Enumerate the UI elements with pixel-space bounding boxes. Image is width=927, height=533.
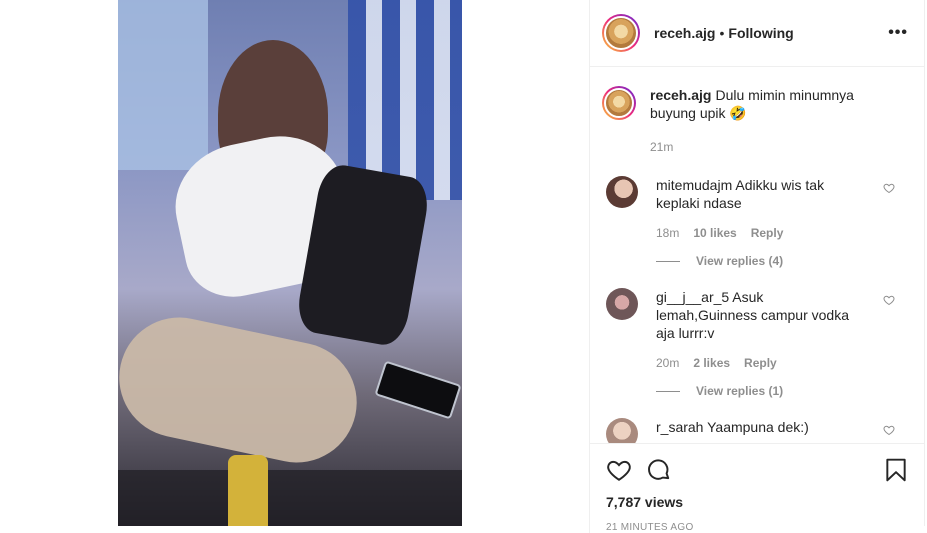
following-button[interactable]: Following xyxy=(728,25,793,41)
comment-text: Yaampuna dek:) xyxy=(707,419,809,435)
commenter-avatar[interactable] xyxy=(606,288,638,320)
action-bar: 7,787 views 21 MINUTES AGO xyxy=(590,443,925,533)
comment-like-heart-icon[interactable] xyxy=(883,424,895,436)
bookmark-icon[interactable] xyxy=(883,457,909,483)
commenter-avatar[interactable] xyxy=(606,176,638,208)
reply-button[interactable]: Reply xyxy=(751,226,784,240)
comment-item: gi__j__ar_5 Asuk lemah,Guinness campur v… xyxy=(602,288,909,398)
video-frame-wall xyxy=(118,0,208,170)
post-video[interactable] xyxy=(118,0,462,526)
comment-username[interactable]: gi__j__ar_5 xyxy=(656,289,729,305)
reply-button[interactable]: Reply xyxy=(744,356,777,370)
heart-icon[interactable] xyxy=(606,457,632,483)
view-replies-label: View replies (4) xyxy=(696,254,784,268)
comments-list[interactable]: receh.ajg Dulu mimin minumnya buyung upik… xyxy=(590,68,925,443)
comment-time: 20m xyxy=(656,356,680,370)
media-area xyxy=(0,0,590,533)
post-header: receh.ajg • Following ••• xyxy=(590,0,924,67)
comment-time: 18m xyxy=(656,226,680,240)
caption: receh.ajg Dulu mimin minumnya buyung upik… xyxy=(602,86,909,156)
posted-time[interactable]: 21 MINUTES AGO xyxy=(606,522,909,533)
caption-time: 21m xyxy=(650,140,674,154)
author-username[interactable]: receh.ajg xyxy=(654,25,715,41)
comment-like-heart-icon[interactable] xyxy=(883,182,895,194)
view-count[interactable]: 7,787 views xyxy=(606,494,909,510)
caption-body: receh.ajg Dulu mimin minumnya buyung upik… xyxy=(650,86,870,156)
video-frame-floor xyxy=(118,470,462,526)
video-frame-bottle xyxy=(228,455,268,526)
comment-likes[interactable]: 10 likes xyxy=(693,226,736,240)
view-replies-label: View replies (1) xyxy=(696,384,784,398)
comment-username[interactable]: r_sarah xyxy=(656,419,703,435)
comment-item: r_sarah Yaampuna dek:) xyxy=(602,418,909,443)
commenter-avatar[interactable] xyxy=(606,418,638,443)
comment-likes[interactable]: 2 likes xyxy=(693,356,730,370)
view-replies-button[interactable]: View replies (4) xyxy=(656,254,866,268)
caption-username[interactable]: receh.ajg xyxy=(650,87,711,103)
comment-username[interactable]: mitemudajm xyxy=(656,177,732,193)
post-panel: receh.ajg • Following ••• receh.ajg Dulu … xyxy=(590,0,925,533)
caption-avatar[interactable] xyxy=(602,86,636,120)
header-separator: • xyxy=(719,25,725,41)
video-frame-phone xyxy=(374,360,462,420)
author-avatar[interactable] xyxy=(602,14,640,52)
comment-icon[interactable] xyxy=(646,457,672,483)
more-icon[interactable]: ••• xyxy=(888,24,908,42)
view-replies-button[interactable]: View replies (1) xyxy=(656,384,866,398)
comment-item: mitemudajm Adikku wis tak keplaki ndase … xyxy=(602,176,909,268)
comment-like-heart-icon[interactable] xyxy=(883,294,895,306)
